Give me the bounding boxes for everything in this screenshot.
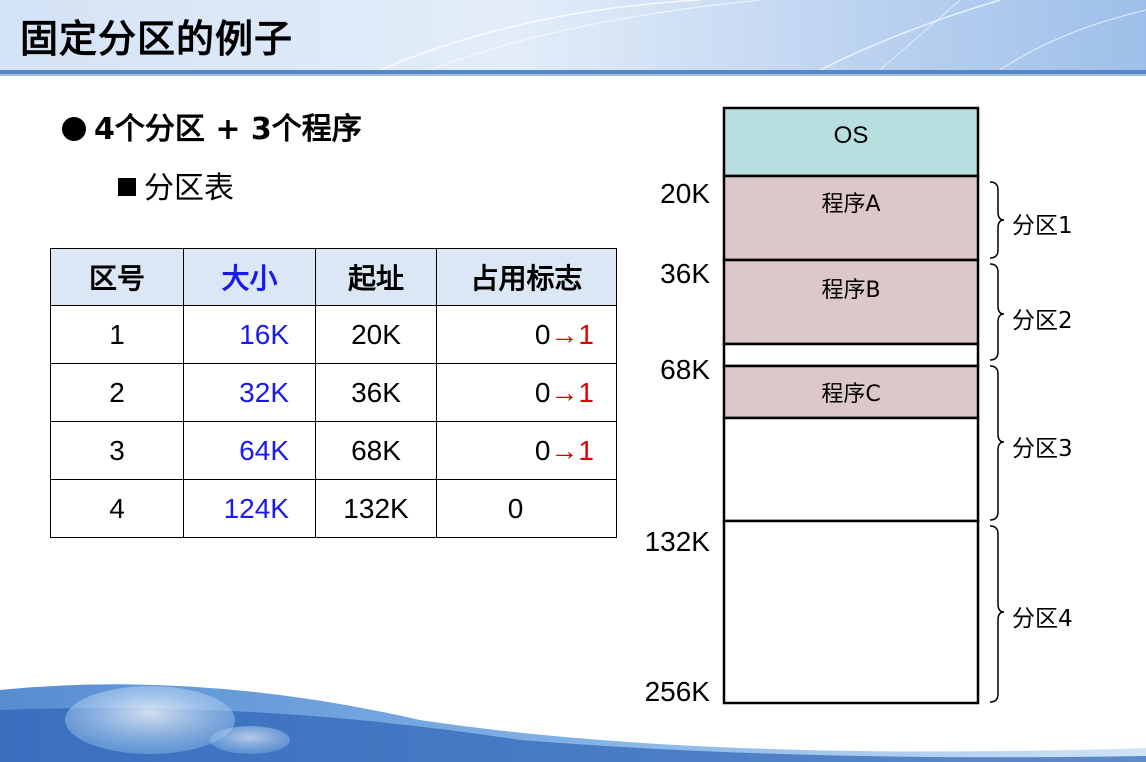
brace-partition-1 <box>989 181 1005 259</box>
brace-partition-2 <box>989 263 1005 361</box>
partition-braces <box>989 181 1005 703</box>
program-a-label: 程序A <box>821 192 881 217</box>
partition-label: 分区1 <box>1012 213 1073 239</box>
partition-label: 分区4 <box>1012 606 1073 632</box>
program-c-label: 程序C <box>821 382 881 407</box>
brace-partition-3 <box>989 365 1005 521</box>
partition-2-free <box>722 342 980 368</box>
partition-3-free <box>722 416 980 523</box>
address-label: 132K <box>644 526 710 557</box>
address-label: 20K <box>660 178 710 209</box>
partition-label: 分区2 <box>1012 308 1073 334</box>
partition-label: 分区3 <box>1012 436 1073 462</box>
footer-wave-decoration <box>0 684 1146 762</box>
address-label: 36K <box>660 258 710 289</box>
address-label: 68K <box>660 354 710 385</box>
os-label: OS <box>833 122 869 149</box>
program-b-label: 程序B <box>821 278 881 303</box>
